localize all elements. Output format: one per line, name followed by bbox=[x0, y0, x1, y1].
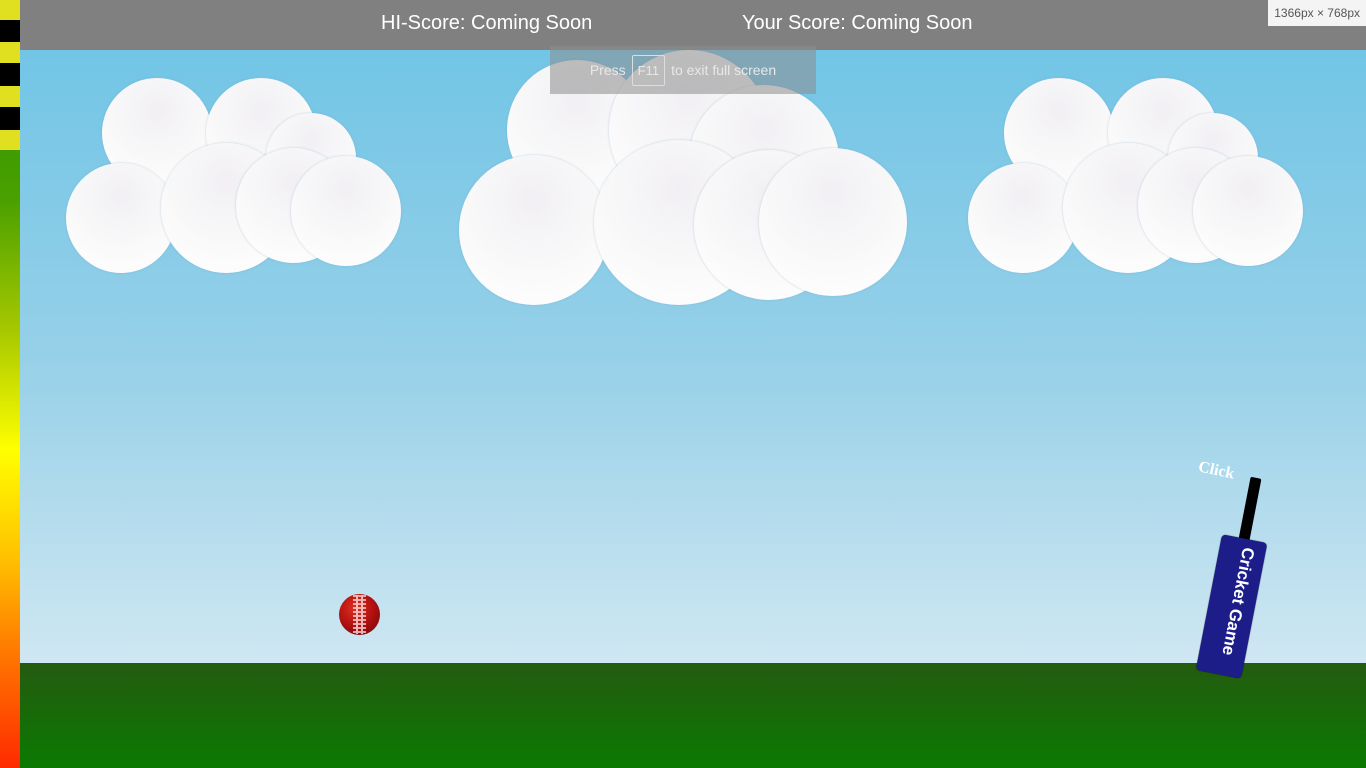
power-meter-top bbox=[0, 0, 20, 150]
fullscreen-hint: Press F11 to exit full screen bbox=[550, 46, 816, 94]
bat-handle bbox=[1238, 476, 1262, 544]
cloud-middle bbox=[459, 50, 909, 306]
power-meter bbox=[0, 0, 20, 768]
ball-seam bbox=[353, 595, 366, 634]
fullscreen-hint-rest: to exit full screen bbox=[671, 62, 777, 78]
cloud-left bbox=[66, 78, 401, 273]
ground bbox=[20, 663, 1366, 768]
hi-score-label: HI-Score: Coming Soon bbox=[381, 12, 593, 34]
score-header: HI-Score: Coming Soon Your Score: Coming… bbox=[20, 0, 1366, 50]
cricket-ball-icon bbox=[339, 594, 380, 635]
your-score-label: Your Score: Coming Soon bbox=[742, 12, 973, 34]
viewport-size-badge: 1366px × 768px bbox=[1268, 0, 1366, 26]
cloud-right bbox=[968, 78, 1303, 273]
fullscreen-hint-press: Press bbox=[589, 62, 626, 78]
f11-key: F11 bbox=[631, 54, 666, 86]
